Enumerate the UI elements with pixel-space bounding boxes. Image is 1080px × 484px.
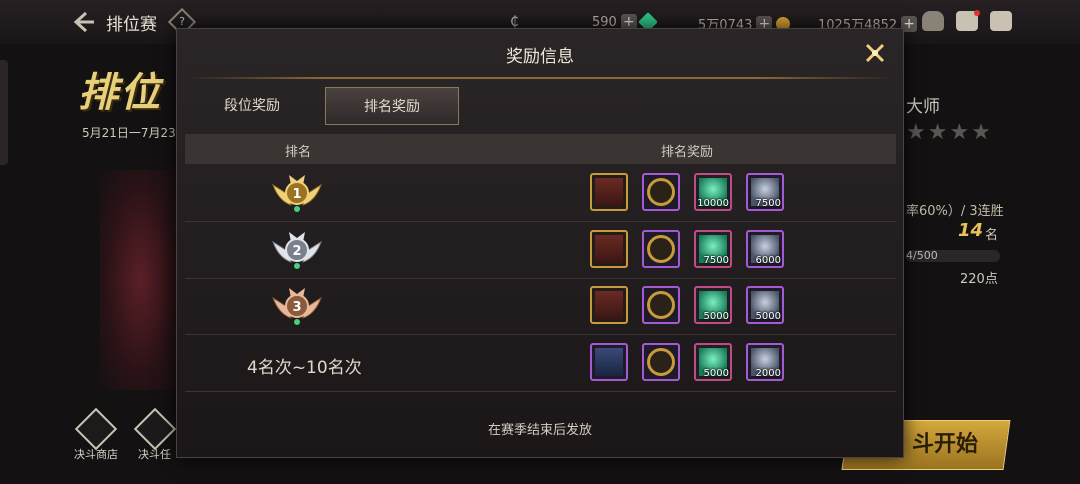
reward-item-medal[interactable] [642,286,680,324]
tier-stars: ★★★★ [906,120,993,145]
reward-quantity: 7500 [755,198,781,209]
reward-item-crystal[interactable]: 5000 [694,286,732,324]
table-header: 排名 排名奖励 [185,134,896,164]
page-title: 排位赛 [106,15,157,35]
rank-medal-icon: 3 [272,288,322,325]
table-row: 4名次~10名次 5000 2000 [185,335,896,392]
duel-quest-button[interactable]: 决斗任 [133,407,176,462]
distribution-note: 在赛季结束后发放 [487,423,592,438]
reward-quantity: 6000 [755,254,781,266]
reward-item-ore[interactable]: 7500 [746,173,784,211]
medal-digit: 3 [292,300,301,315]
reward-item-crystal[interactable]: 10000 [694,173,732,211]
notification-dot [974,10,980,16]
tier-title: 大师 [906,97,940,117]
ticket-icon [595,234,623,263]
table-row: 1 10000 7500 [185,165,896,222]
side-tab[interactable] [0,60,8,165]
reward-quantity: 2000 [755,367,781,379]
ticket-blue-icon [595,347,623,376]
rank-medal-icon: 1 [272,175,322,212]
progress-text: 4/500 [906,249,938,262]
duel-shop-button[interactable]: 决斗商店 [74,407,118,462]
shop-icon [74,407,118,451]
rank-medal-icon: 2 [272,231,322,269]
tab-rank-rewards[interactable]: 排名奖励 [325,87,459,125]
table-row: 3 5000 5000 [185,278,896,335]
column-rank: 排名 [285,145,312,160]
column-reward: 排名奖励 [661,145,714,160]
reward-item-ore[interactable]: 6000 [746,229,784,268]
ticket-icon [595,178,623,206]
bag-icon[interactable] [922,11,944,31]
reward-item-medal[interactable] [642,342,680,381]
reward-item-ticket[interactable] [590,229,628,268]
ticket-icon [595,291,623,319]
reward-item-crystal[interactable]: 5000 [694,342,732,381]
table-row: 2 7500 6000 [185,222,896,279]
chat-icon[interactable] [990,11,1012,31]
back-arrow-icon[interactable] [70,9,96,35]
footer-divider [189,391,891,392]
current-rank-suffix: 名 [985,228,999,243]
medal-icon [647,347,675,376]
medal-digit: 1 [292,187,301,202]
reward-quantity: 5000 [703,367,729,379]
tab-tier-rewards[interactable]: 段位奖励 [185,87,319,125]
medal-icon [647,178,675,206]
reward-quantity: 7500 [703,254,729,266]
medal-icon [647,291,675,319]
reward-quantity: 10000 [697,198,729,209]
character-art [100,170,180,390]
reward-quantity: 5000 [703,311,729,322]
reward-item-medal[interactable] [642,229,680,268]
rank-range-label: 4名次~10名次 [247,357,362,378]
season-dates: 5月21日一7月23 [82,126,176,140]
reward-item-medal[interactable] [642,173,680,211]
quest-icon [133,407,176,451]
modal-title: 奖励信息 [506,47,574,67]
reward-info-modal: 奖励信息 段位奖励 排名奖励 排名 排名奖励 1 10000 7500 2 7500 60… [176,28,904,458]
reward-item-ticket[interactable] [590,286,628,324]
winrate-text: 率60%）/ 3连胜 [906,204,1004,219]
reward-item-ticket[interactable] [590,173,628,211]
reward-item-ore[interactable]: 5000 [746,286,784,324]
modal-header: 奖励信息 [177,29,903,77]
reward-quantity: 5000 [755,311,781,322]
header-divider [185,77,895,79]
ranking-banner: 排位 [78,70,162,116]
reward-item-crystal[interactable]: 7500 [694,229,732,268]
points-text: 220点 [960,272,998,287]
medal-digit: 2 [292,244,301,259]
close-icon[interactable] [857,35,893,71]
reward-item-ore[interactable]: 2000 [746,342,784,381]
reward-item-ticket-blue[interactable] [590,342,628,381]
medal-icon [647,234,675,263]
current-rank-number: 14 [958,220,984,241]
